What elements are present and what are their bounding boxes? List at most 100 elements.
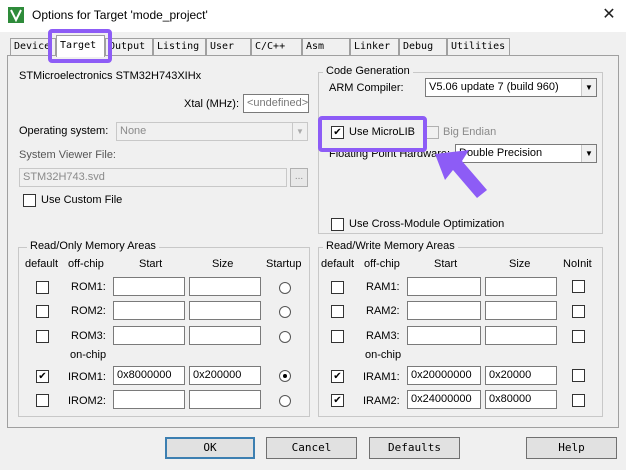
window-title: Options for Target 'mode_project': [32, 8, 208, 22]
cancel-button[interactable]: Cancel: [266, 437, 357, 459]
irom1-label: IROM1:: [68, 371, 106, 383]
rom3-default-checkbox[interactable]: [36, 330, 49, 343]
ram1-default-checkbox[interactable]: [331, 281, 344, 294]
iram1-noinit-checkbox[interactable]: [572, 369, 585, 382]
iram2-noinit-checkbox[interactable]: [572, 394, 585, 407]
keil-app-icon: [8, 7, 24, 23]
irom2-label: IROM2:: [68, 395, 106, 407]
rw-header-size: Size: [509, 258, 531, 270]
cross-module-optimization-checkbox[interactable]: [331, 218, 344, 231]
ram1-start-input[interactable]: [407, 277, 481, 296]
rw-onchip-label: on-chip: [365, 349, 402, 361]
irom1-startup-radio[interactable]: [279, 370, 291, 382]
highlight-use-microlib: [318, 116, 427, 152]
tab-listing[interactable]: Listing: [153, 38, 206, 56]
os-value: None: [120, 125, 147, 137]
ro-memory-title: Read/Only Memory Areas: [27, 240, 159, 252]
rom3-size-input[interactable]: [189, 326, 261, 345]
annotation-arrow-icon: [435, 150, 487, 198]
code-generation-title: Code Generation: [323, 65, 413, 77]
rw-header-offchip: off-chip: [364, 258, 400, 270]
ram3-start-input[interactable]: [407, 326, 481, 345]
arm-compiler-value: V5.06 update 7 (build 960): [429, 81, 559, 93]
ro-header-offchip: off-chip: [68, 258, 104, 270]
svf-label: System Viewer File:: [19, 149, 116, 161]
xtal-input[interactable]: <undefined>: [243, 94, 309, 113]
arm-compiler-label: ARM Compiler:: [329, 82, 404, 94]
rom1-startup-radio[interactable]: [279, 282, 291, 294]
title-bar: Options for Target 'mode_project' ✕: [0, 0, 626, 32]
help-button[interactable]: Help: [526, 437, 617, 459]
ram3-noinit-checkbox[interactable]: [572, 330, 585, 343]
rw-header-noinit: NoInit: [563, 258, 592, 270]
big-endian-label: Big Endian: [443, 126, 497, 138]
ram3-label: RAM3:: [366, 330, 400, 342]
xtal-label: Xtal (MHz):: [184, 98, 239, 110]
rom1-label: ROM1:: [71, 281, 106, 293]
irom1-size-input[interactable]: 0x200000: [189, 366, 261, 385]
ram1-label: RAM1:: [366, 281, 400, 293]
irom1-start-input[interactable]: 0x8000000: [113, 366, 185, 385]
ram3-size-input[interactable]: [485, 326, 557, 345]
tab-asm[interactable]: Asm: [302, 38, 350, 56]
defaults-button[interactable]: Defaults: [369, 437, 460, 459]
big-endian-checkbox[interactable]: [426, 126, 439, 139]
ram2-noinit-checkbox[interactable]: [572, 305, 585, 318]
rom2-size-input[interactable]: [189, 301, 261, 320]
chevron-down-icon: ▼: [292, 123, 307, 140]
ram2-default-checkbox[interactable]: [331, 305, 344, 318]
rom1-default-checkbox[interactable]: [36, 281, 49, 294]
rom3-startup-radio[interactable]: [279, 331, 291, 343]
ro-header-default: default: [25, 258, 59, 270]
rom1-size-input[interactable]: [189, 277, 261, 296]
tab-linker[interactable]: Linker: [350, 38, 399, 56]
irom2-default-checkbox[interactable]: [36, 394, 49, 407]
tab-user[interactable]: User: [206, 38, 251, 56]
browse-button[interactable]: ...: [290, 168, 308, 187]
tab-target[interactable]: Target: [56, 35, 105, 57]
ro-header-startup: Startup: [266, 258, 302, 270]
irom2-start-input[interactable]: [113, 390, 185, 409]
os-select[interactable]: None ▼: [116, 122, 308, 141]
iram2-default-checkbox[interactable]: ✔: [331, 394, 344, 407]
close-icon[interactable]: ✕: [598, 5, 620, 25]
rom2-start-input[interactable]: [113, 301, 185, 320]
use-custom-file-checkbox[interactable]: [23, 194, 36, 207]
rom3-label: ROM3:: [71, 330, 106, 342]
svf-input[interactable]: STM32H743.svd: [19, 168, 287, 187]
ro-header-size: Size: [212, 258, 234, 270]
rom2-label: ROM2:: [71, 305, 106, 317]
ro-header-start: Start: [139, 258, 163, 270]
iram2-start-input[interactable]: 0x24000000: [407, 390, 481, 409]
irom2-size-input[interactable]: [189, 390, 261, 409]
rom2-default-checkbox[interactable]: [36, 305, 49, 318]
tab-output[interactable]: Output: [105, 38, 153, 56]
ram3-default-checkbox[interactable]: [331, 330, 344, 343]
rw-header-default: default: [321, 258, 355, 270]
tab-c-cpp[interactable]: C/C++: [251, 38, 302, 56]
ok-button[interactable]: OK: [165, 437, 255, 459]
ram2-start-input[interactable]: [407, 301, 481, 320]
arm-compiler-select[interactable]: V5.06 update 7 (build 960) ▼: [425, 78, 597, 97]
ram1-size-input[interactable]: [485, 277, 557, 296]
iram1-size-input[interactable]: 0x20000: [485, 366, 557, 385]
iram1-label: IRAM1:: [363, 371, 400, 383]
irom1-default-checkbox[interactable]: ✔: [36, 370, 49, 383]
rom2-startup-radio[interactable]: [279, 306, 291, 318]
irom2-startup-radio[interactable]: [279, 395, 291, 407]
rw-memory-title: Read/Write Memory Areas: [323, 240, 458, 252]
iram2-label: IRAM2:: [363, 395, 400, 407]
ram1-noinit-checkbox[interactable]: [572, 280, 585, 293]
ram2-size-input[interactable]: [485, 301, 557, 320]
rom3-start-input[interactable]: [113, 326, 185, 345]
rom1-start-input[interactable]: [113, 277, 185, 296]
os-label: Operating system:: [19, 125, 109, 137]
tab-utilities[interactable]: Utilities: [447, 38, 510, 56]
tab-debug[interactable]: Debug: [399, 38, 447, 56]
use-custom-file-label: Use Custom File: [41, 194, 123, 206]
iram2-size-input[interactable]: 0x80000: [485, 390, 557, 409]
iram1-default-checkbox[interactable]: ✔: [331, 370, 344, 383]
iram1-start-input[interactable]: 0x20000000: [407, 366, 481, 385]
cross-module-optimization-label: Use Cross-Module Optimization: [349, 218, 505, 230]
device-name: STMicroelectronics STM32H743XIHx: [19, 70, 202, 82]
